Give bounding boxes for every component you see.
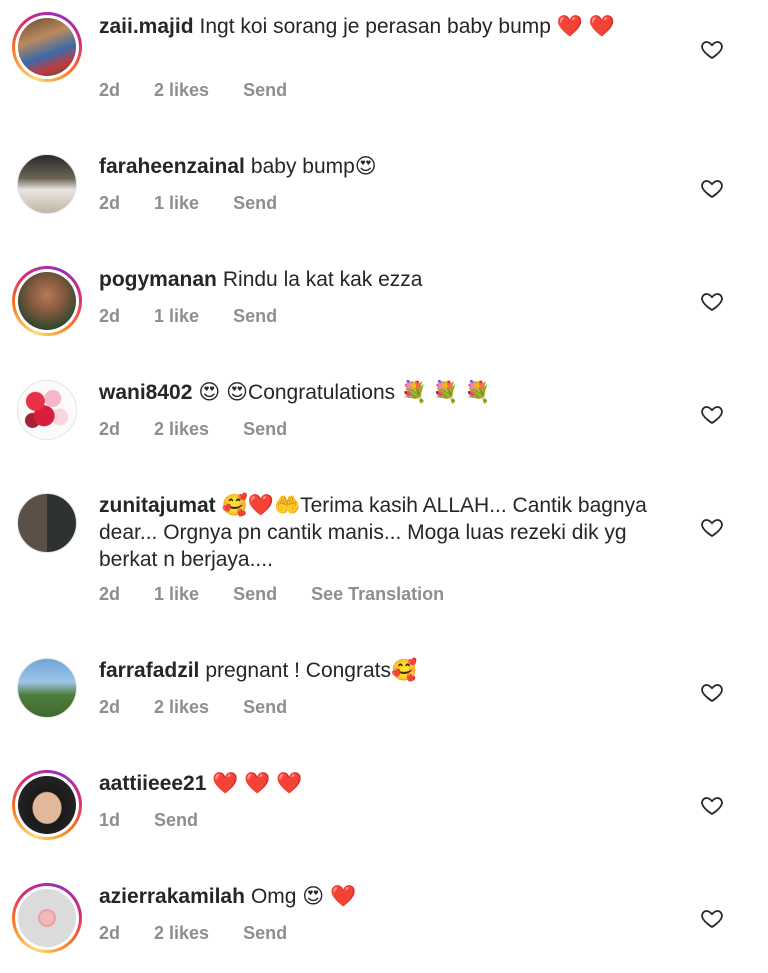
comment-likes-link[interactable]: 1 like — [154, 306, 199, 327]
comment-time: 2d — [99, 193, 121, 213]
comment-likes-link[interactable]: 2 likes — [154, 697, 209, 718]
avatar[interactable] — [12, 488, 82, 558]
comment-time: 2d — [99, 419, 121, 439]
heart-outline-icon[interactable] — [700, 402, 724, 426]
comment-meta: 2d 2 likes Send — [99, 697, 287, 718]
comment-text: Ingt koi sorang je perasan baby bump ❤️ … — [199, 15, 615, 38]
heart-outline-icon[interactable] — [700, 37, 724, 61]
comment-username[interactable]: farrafadzil — [99, 659, 199, 682]
heart-outline-icon[interactable] — [700, 515, 724, 539]
comment-username[interactable]: wani8402 — [99, 381, 192, 404]
heart-outline-icon[interactable] — [700, 176, 724, 200]
send-button[interactable]: Send — [243, 923, 287, 944]
send-button[interactable]: Send — [243, 697, 287, 718]
send-button[interactable]: Send — [233, 306, 277, 327]
avatar[interactable] — [12, 883, 82, 953]
comment-time: 1d — [99, 810, 121, 830]
heart-outline-icon[interactable] — [700, 793, 724, 817]
heart-outline-icon[interactable] — [700, 680, 724, 704]
comment-meta: 2d 2 likes Send — [99, 419, 287, 440]
comment-text: baby bump😍 — [250, 155, 377, 178]
comment-likes-link[interactable]: 1 like — [154, 584, 199, 605]
send-button[interactable]: Send — [243, 80, 287, 101]
comment-username[interactable]: zaii.majid — [99, 15, 194, 38]
comment-likes-link[interactable]: 2 likes — [154, 419, 209, 440]
comment-meta: 2d 2 likes Send — [99, 923, 287, 944]
comment-likes-link[interactable]: 1 like — [154, 193, 199, 214]
comment-meta: 2d 1 like Send — [99, 193, 277, 214]
comment-time: 2d — [99, 584, 121, 604]
comment-likes-link[interactable]: 2 likes — [154, 923, 209, 944]
comment-likes-link[interactable]: 2 likes — [154, 80, 209, 101]
comment-username[interactable]: aattiieee21 — [99, 772, 206, 795]
comment-username[interactable]: azierrakamilah — [99, 885, 245, 908]
comment-username[interactable]: pogymanan — [99, 268, 217, 291]
avatar[interactable] — [12, 375, 82, 445]
send-button[interactable]: Send — [243, 419, 287, 440]
comment-text: Omg 😍 ❤️ — [250, 885, 357, 908]
avatar[interactable] — [12, 149, 82, 219]
comment-username[interactable]: zunitajumat — [99, 494, 216, 517]
comment-text: ❤️ ❤️ ❤️ — [212, 772, 303, 795]
comment-time: 2d — [99, 923, 121, 943]
comment-text: pregnant ! Congrats🥰 — [205, 659, 418, 682]
avatar[interactable] — [12, 653, 82, 723]
heart-outline-icon[interactable] — [700, 289, 724, 313]
heart-outline-icon[interactable] — [700, 906, 724, 930]
avatar[interactable] — [12, 770, 82, 840]
comment-time: 2d — [99, 697, 121, 717]
avatar[interactable] — [12, 12, 82, 82]
comment-meta: 2d 1 like Send See Translation — [99, 584, 444, 605]
comment-text: Rindu la kat kak ezza — [222, 268, 423, 291]
comment-time: 2d — [99, 80, 121, 100]
send-button[interactable]: Send — [233, 193, 277, 214]
avatar[interactable] — [12, 266, 82, 336]
comment-time: 2d — [99, 306, 121, 326]
comment-username[interactable]: faraheenzainal — [99, 155, 245, 178]
send-button[interactable]: Send — [233, 584, 277, 605]
see-translation-link[interactable]: See Translation — [311, 584, 444, 605]
comment-text: 😍 😍Congratulations 💐 💐 💐 — [198, 381, 492, 404]
comment-meta: 2d 1 like Send — [99, 306, 277, 327]
comment-meta: 1d Send — [99, 810, 198, 831]
comment-meta: 2d 2 likes Send — [99, 80, 287, 101]
default-avatar-icon — [38, 909, 56, 927]
send-button[interactable]: Send — [154, 810, 198, 831]
